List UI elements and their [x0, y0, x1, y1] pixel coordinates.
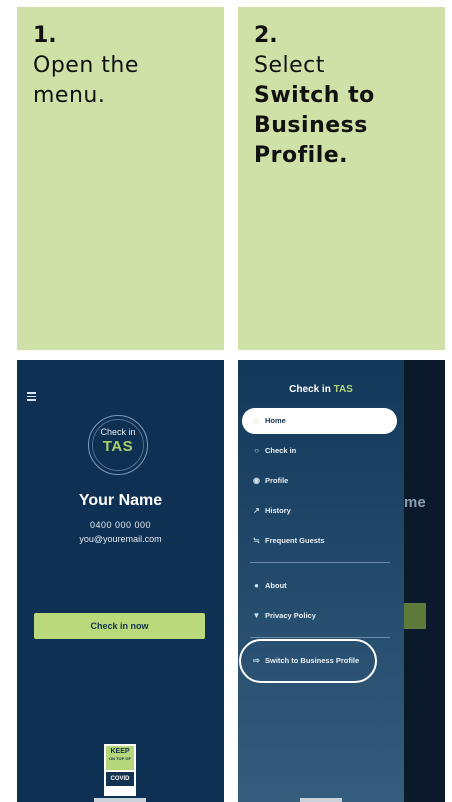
highlight-circle: [239, 639, 377, 683]
shield-icon: ▼: [252, 611, 261, 620]
menu-item-privacy-policy[interactable]: ▼ Privacy Policy: [252, 611, 316, 620]
check-in-now-button[interactable]: Check in now: [34, 613, 205, 639]
menu-label-home: Home: [265, 416, 286, 425]
profile-phone: 0400 000 000: [89, 520, 152, 530]
step2-number: 2.: [254, 23, 278, 48]
hamburger-menu-icon[interactable]: [27, 392, 36, 403]
menu-label-privacy-policy: Privacy Policy: [265, 611, 316, 620]
menu-divider: [250, 562, 390, 563]
step2-bold3: Profile.: [254, 143, 349, 168]
step2-bold2: Business: [254, 113, 368, 138]
step2-bold1: Switch to: [254, 83, 375, 108]
drawer-title: Check in TAS: [238, 384, 404, 395]
profile-name: Your Name: [78, 492, 163, 509]
drawer-title-prefix: Check in: [289, 384, 334, 395]
menu-item-profile[interactable]: ◉ Profile: [252, 476, 288, 485]
home-screen: Check in TAS Your Name 0400 000 000 you@…: [17, 360, 224, 802]
profile-email: you@youremail.com: [79, 534, 162, 544]
globe-icon: ○: [254, 446, 259, 455]
menu-item-home[interactable]: ⌂ Home: [242, 408, 397, 434]
menu-divider: [250, 637, 390, 638]
user-icon: ◉: [253, 476, 260, 485]
check-in-tas-logo: Check in TAS: [88, 415, 148, 475]
step1-card: 1. Open the menu.: [17, 7, 224, 350]
step1-number: 1.: [33, 23, 57, 48]
badge-keep: KEEP: [110, 748, 130, 755]
menu-item-history[interactable]: ↗ History: [252, 506, 291, 515]
people-icon: ≒: [253, 536, 260, 545]
menu-label-history: History: [265, 506, 291, 515]
menu-screen: me Check in TAS ⌂ Home ○ Check in ◉ Profile…: [238, 360, 445, 802]
info-icon: ●: [254, 581, 259, 590]
step2-line1: Select: [254, 53, 325, 78]
menu-item-check-in[interactable]: ○ Check in: [252, 446, 296, 455]
trend-icon: ↗: [253, 506, 260, 515]
step2-card: 2. Select Switch to Business Profile.: [238, 7, 445, 350]
menu-item-about[interactable]: ● About: [252, 581, 287, 590]
drawer-title-accent: TAS: [333, 384, 353, 395]
navigation-drawer: Check in TAS ⌂ Home ○ Check in ◉ Profile ↗ H…: [238, 360, 404, 802]
menu-label-check-in: Check in: [265, 446, 297, 455]
menu-label-profile: Profile: [265, 476, 289, 485]
dimmed-background[interactable]: [404, 360, 445, 802]
keep-on-top-of-covid-badge: KEEP ON TOP OF COVID: [104, 744, 136, 796]
menu-item-frequent-guests[interactable]: ≒ Frequent Guests: [252, 536, 325, 545]
dimmed-name-fragment: me: [404, 494, 426, 511]
menu-label-about: About: [265, 581, 287, 590]
home-indicator: [300, 798, 342, 802]
logo-text-bottom: TAS: [102, 438, 134, 455]
home-indicator: [94, 798, 146, 802]
badge-covid: COVID: [106, 772, 134, 786]
home-icon: ⌂: [254, 416, 259, 425]
badge-on-top-of: ON TOP OF: [109, 756, 131, 761]
step1-line1: Open the: [33, 53, 139, 78]
menu-label-frequent-guests: Frequent Guests: [265, 536, 325, 545]
logo-text-top: Check in: [100, 427, 136, 437]
step1-line2: menu.: [33, 83, 106, 108]
dimmed-button-fragment: [404, 603, 426, 629]
